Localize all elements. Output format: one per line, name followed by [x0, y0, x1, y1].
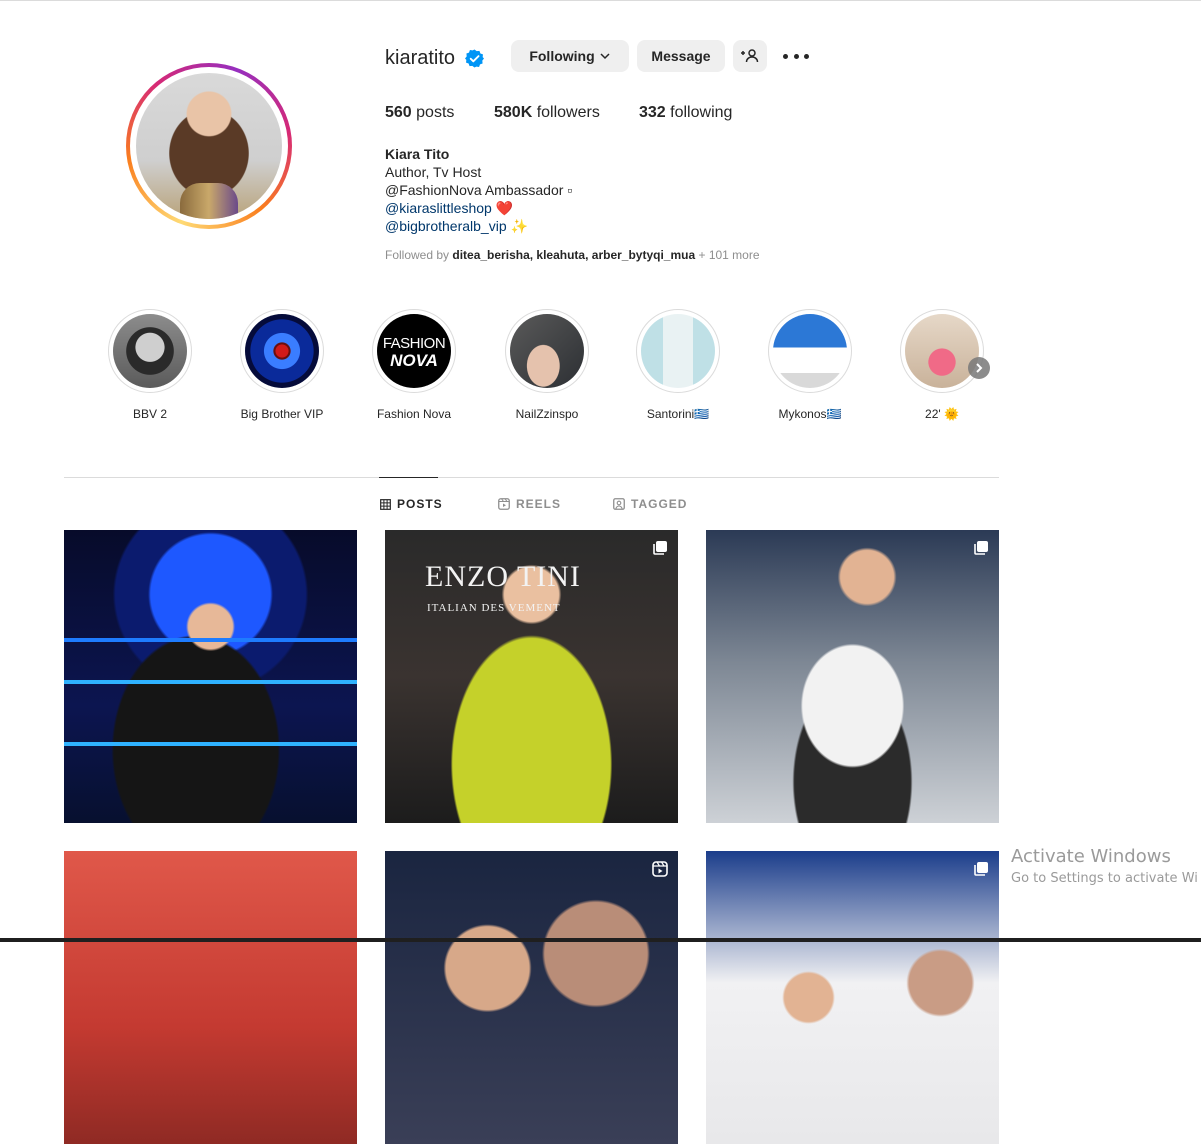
taskbar-edge	[0, 938, 1201, 942]
chevron-right-icon	[976, 363, 983, 373]
followers-number: 580K	[494, 104, 533, 121]
reels-icon	[498, 498, 510, 510]
highlight-cover	[773, 314, 847, 388]
following-number: 332	[639, 104, 666, 121]
highlight-cover	[641, 314, 715, 388]
full-name: Kiara Tito	[385, 146, 450, 162]
bio-line: Author, Tv Host	[385, 164, 482, 180]
chevron-down-icon	[600, 53, 610, 60]
highlight-item[interactable]: Mykonos🇬🇷	[767, 309, 853, 421]
followed-by-more: + 101 more	[695, 248, 760, 262]
more-options-button[interactable]	[783, 46, 809, 66]
activation-title: Activate Windows	[1011, 846, 1171, 867]
post-sign-text: ENZO TINI	[425, 560, 581, 593]
more-dot-icon	[793, 53, 799, 59]
highlight-label: Fashion Nova	[376, 407, 452, 421]
profile-username: kiaratito	[385, 47, 456, 69]
highlight-item[interactable]: Big Brother VIP	[239, 309, 325, 421]
post-thumbnail[interactable]	[385, 851, 678, 1144]
post-thumbnail[interactable]	[706, 851, 999, 1144]
message-button[interactable]: Message	[637, 40, 725, 72]
highlight-cover	[905, 314, 979, 388]
post-thumbnail[interactable]	[64, 851, 357, 1144]
add-person-icon	[741, 49, 759, 63]
followers-label: followers	[536, 104, 600, 121]
carousel-icon	[974, 541, 988, 555]
highlight-cover: FASHION NOVA	[377, 314, 451, 388]
highlight-item[interactable]: BBV 2	[107, 309, 193, 421]
highlight-item[interactable]: 22' 🌞	[899, 309, 985, 421]
highlight-cover	[245, 314, 319, 388]
tab-tagged[interactable]: TAGGED	[613, 497, 687, 511]
followed-by-prefix: Followed by	[385, 248, 453, 262]
highlight-item[interactable]: Santorini🇬🇷	[635, 309, 721, 421]
bio-line: @FashionNova Ambassador ▫	[385, 182, 573, 198]
highlight-item[interactable]: NailZzinspo	[504, 309, 590, 421]
more-dot-icon	[783, 53, 788, 59]
message-button-label: Message	[651, 48, 711, 64]
reel-icon	[652, 861, 668, 877]
highlight-label: BBV 2	[132, 407, 168, 421]
tabs-divider	[64, 477, 999, 478]
highlight-cover	[113, 314, 187, 388]
suggest-users-button[interactable]	[733, 40, 767, 72]
profile-avatar[interactable]	[126, 63, 292, 229]
tab-posts-label: POSTS	[397, 497, 443, 511]
posts-count: 560 posts	[385, 103, 454, 123]
tagged-icon	[613, 498, 625, 510]
carousel-icon	[974, 862, 988, 876]
tab-reels-label: REELS	[516, 497, 562, 511]
post-sign-subtext: ITALIAN DES VEMENT	[427, 602, 561, 614]
avatar-photo	[136, 73, 282, 219]
followed-by-users: ditea_berisha, kleahuta, arber_bytyqi_mu…	[452, 248, 696, 262]
top-divider	[0, 0, 1201, 1]
fashion-nova-logo-top: FASHION	[382, 335, 446, 352]
highlight-label: Big Brother VIP	[240, 407, 324, 421]
post-thumbnail[interactable]: ENZO TINI ITALIAN DES VEMENT	[385, 530, 678, 823]
tab-tagged-label: TAGGED	[631, 497, 688, 511]
followers-link[interactable]: 580K followers	[494, 103, 600, 123]
highlight-cover	[510, 314, 584, 388]
following-link[interactable]: 332 following	[639, 103, 732, 123]
bio-link-bigbrother[interactable]: @bigbrotheralb_vip ✨	[385, 217, 572, 235]
highlights-next-button[interactable]	[968, 357, 990, 379]
post-thumbnail[interactable]	[64, 530, 357, 823]
highlight-label: NailZzinspo	[515, 407, 579, 421]
highlight-label: Santorini🇬🇷	[646, 407, 710, 421]
grid-icon	[380, 498, 391, 510]
carousel-icon	[653, 541, 667, 555]
tab-reels[interactable]: REELS	[498, 497, 561, 511]
windows-activation-watermark: Activate Windows Go to Settings to activ…	[1011, 846, 1198, 890]
following-button-label: Following	[529, 48, 595, 64]
followed-by[interactable]: Followed by ditea_berisha, kleahuta, arb…	[385, 248, 760, 262]
verified-badge-icon	[465, 49, 484, 68]
following-label: following	[670, 104, 733, 121]
highlight-item[interactable]: FASHION NOVA Fashion Nova	[371, 309, 457, 421]
post-thumbnail[interactable]	[706, 530, 999, 823]
fashion-nova-logo-bottom: NOVA	[390, 351, 438, 370]
posts-number: 560	[385, 104, 412, 121]
posts-label: posts	[416, 104, 455, 121]
highlight-label: Mykonos🇬🇷	[778, 407, 842, 421]
activation-subtitle: Go to Settings to activate Wi	[1011, 871, 1198, 886]
active-tab-indicator	[379, 477, 438, 478]
bio-link-shop[interactable]: @kiaraslittleshop ❤️	[385, 199, 572, 217]
tab-posts[interactable]: POSTS	[380, 497, 443, 511]
highlight-label: 22' 🌞	[925, 407, 959, 421]
more-dot-icon	[804, 53, 809, 59]
following-button[interactable]: Following	[511, 40, 629, 72]
profile-bio: Kiara Tito Author, Tv Host @FashionNova …	[385, 145, 572, 235]
